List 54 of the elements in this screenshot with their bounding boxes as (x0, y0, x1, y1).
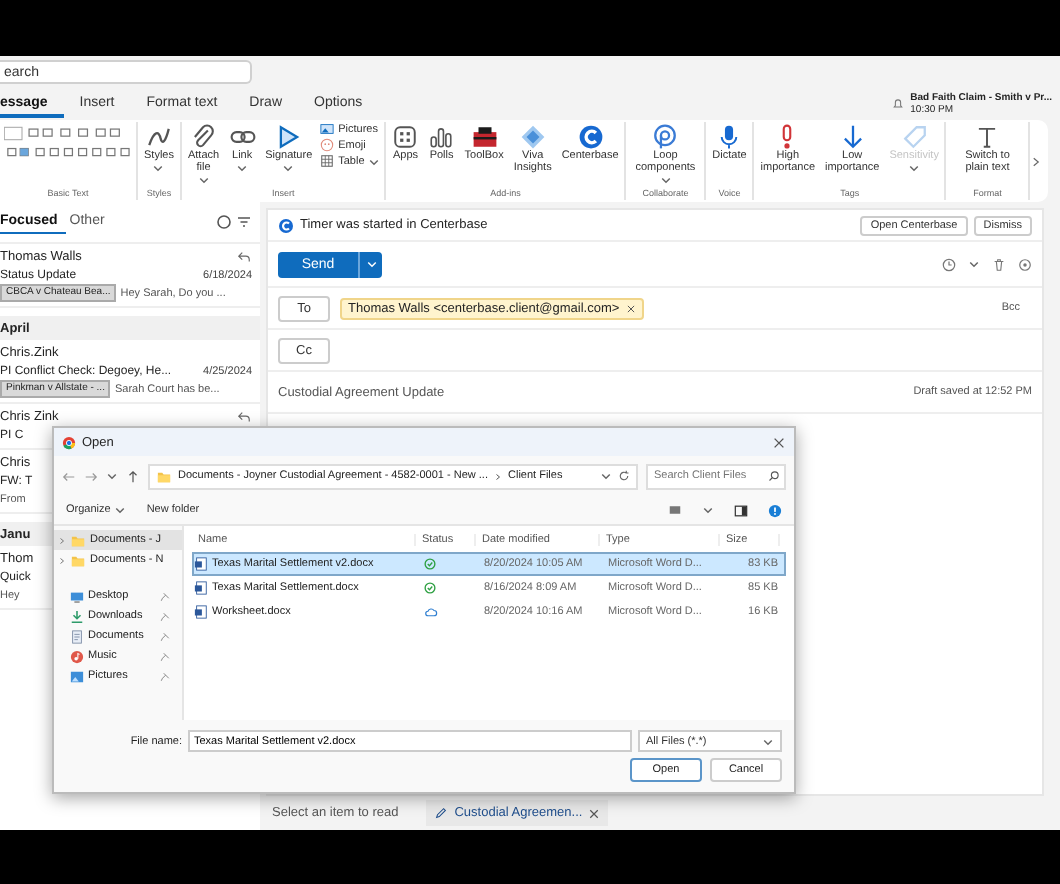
folder-icon (70, 553, 86, 567)
folder-icon (156, 469, 172, 483)
view-icon (668, 504, 682, 516)
signature-icon (275, 124, 302, 150)
search-icon (768, 470, 780, 482)
down-arrow-icon (839, 124, 866, 150)
help-icon (768, 503, 782, 517)
music-icon (70, 649, 84, 663)
caret-icon (365, 258, 377, 270)
image-icon (320, 122, 335, 136)
circle-icon (1018, 257, 1032, 271)
download-icon (70, 609, 84, 623)
chevron-right-icon (494, 471, 502, 481)
pencil-icon (434, 806, 449, 820)
filter-icon (236, 214, 252, 230)
remove-icon (625, 303, 636, 313)
ring-logo-icon (278, 217, 294, 233)
send-options-button[interactable] (358, 251, 382, 277)
caret-icon (968, 258, 980, 270)
text-icon (974, 124, 1001, 150)
forward-arrow-icon (84, 469, 98, 483)
delete-icon (992, 257, 1006, 271)
clock-icon (942, 257, 956, 271)
smiley-icon (320, 138, 335, 152)
select-icon (216, 214, 232, 230)
refresh-icon (618, 470, 630, 482)
poll-icon (428, 124, 455, 150)
close-icon (772, 435, 786, 449)
caret-icon (762, 735, 774, 747)
image-icon (70, 669, 84, 683)
close-button[interactable] (772, 435, 786, 449)
up-arrow-icon (126, 469, 140, 483)
paperclip-icon (190, 124, 217, 150)
document-icon (70, 629, 84, 643)
toolbox-icon (471, 124, 498, 150)
desktop-icon (70, 589, 84, 603)
tag-icon (901, 124, 928, 150)
brush-icon (145, 124, 172, 150)
caret-icon (106, 470, 118, 482)
preview-pane-icon (734, 503, 748, 517)
apps-icon (392, 124, 419, 150)
browser-icon (62, 435, 76, 449)
loop-icon (652, 124, 679, 150)
back-arrow-icon (62, 469, 76, 483)
folder-icon (70, 533, 86, 547)
bell-icon (892, 98, 905, 110)
caret-icon (600, 470, 612, 482)
microphone-icon (716, 124, 743, 150)
chevron-right-icon (1030, 153, 1042, 169)
caret-icon (114, 504, 127, 516)
caret-icon (702, 504, 714, 516)
diamond-icon (519, 124, 546, 150)
close-icon (588, 807, 601, 819)
table-icon (320, 154, 335, 168)
